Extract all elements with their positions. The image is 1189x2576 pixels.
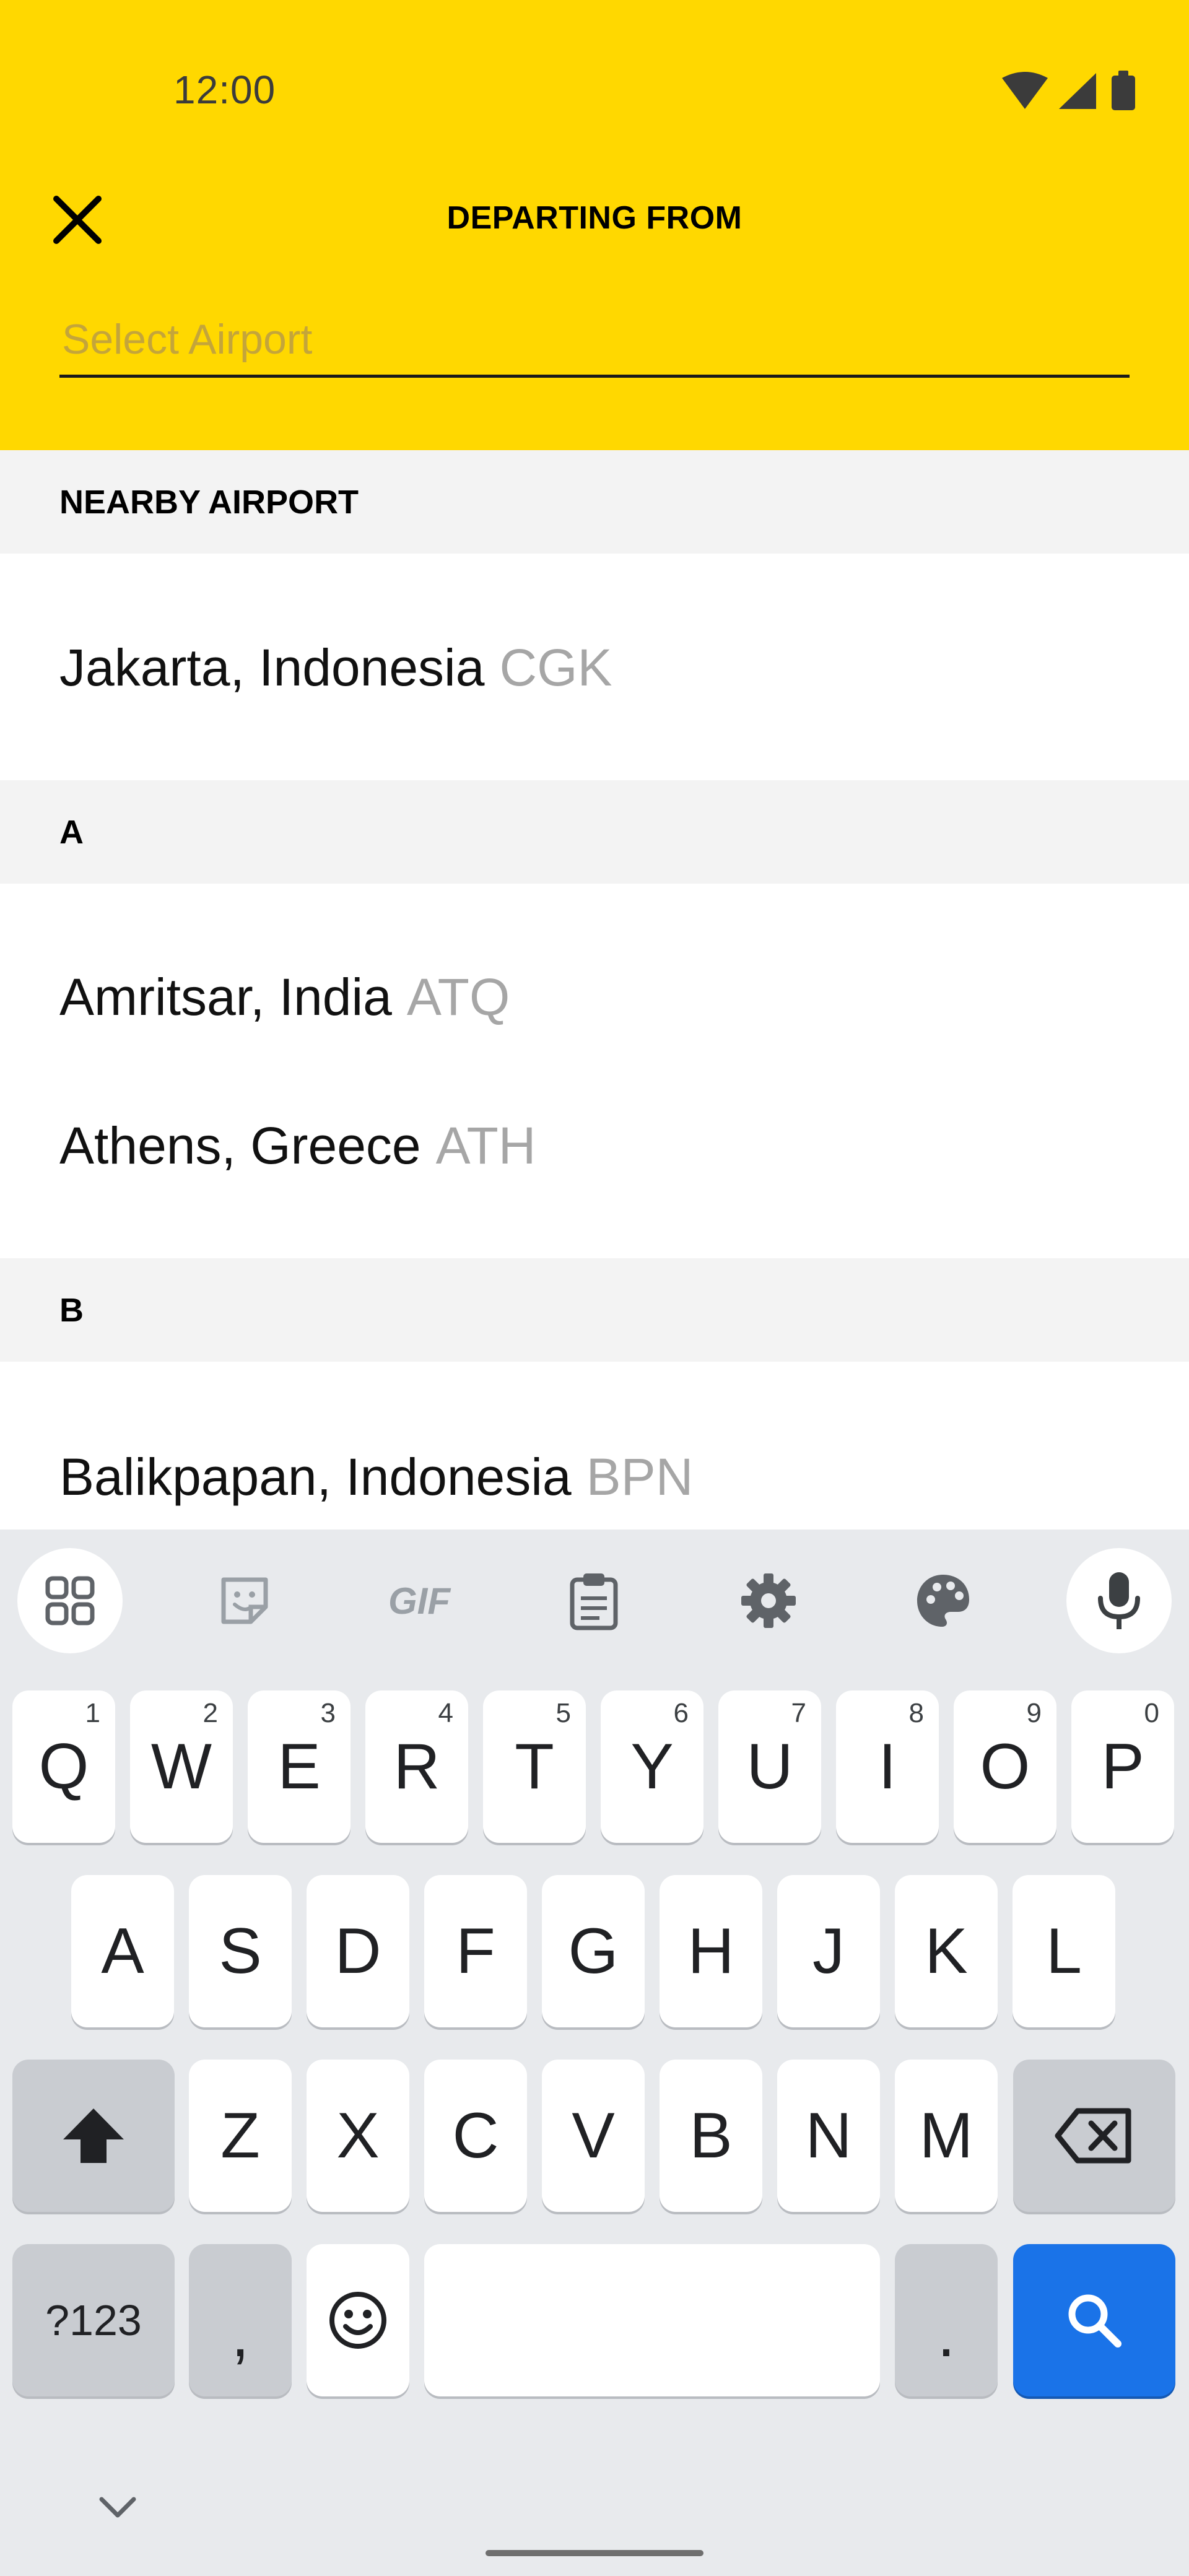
airport-item-amritsar[interactable]: Amritsar, India ATQ [0,929,1189,1065]
shift-icon [63,2108,124,2163]
airport-city: Athens, Greece [59,1116,421,1175]
microphone-icon [1098,1572,1140,1629]
key-l[interactable]: L [1013,1875,1115,2027]
period-key[interactable]: . [895,2244,998,2396]
key-b[interactable]: B [660,2060,762,2212]
sticker-icon [221,1577,268,1624]
keyboard-theme-button[interactable] [891,1548,996,1653]
key-a[interactable]: A [71,1875,174,2027]
airport-item-athens[interactable]: Athens, Greece ATH [0,1077,1189,1214]
apps-grid-icon [45,1576,95,1625]
section-header-b: B [0,1258,1189,1362]
symbols-key[interactable]: ?123 [12,2244,175,2396]
section-label: NEARBY AIRPORT [59,483,359,521]
airport-search-input[interactable] [59,303,1130,378]
key-k[interactable]: K [895,1875,998,2027]
app-header: 12:00 DEPARTING FROM [0,0,1189,450]
key-z[interactable]: Z [189,2060,292,2212]
key-y[interactable]: Y6 [601,1690,703,1843]
key-m[interactable]: M [895,2060,998,2212]
key-n[interactable]: N [777,2060,880,2212]
section-label: B [59,1291,84,1329]
space-bar[interactable] [424,2244,880,2396]
airport-item-balikpapan[interactable]: Balikpapan, Indonesia BPN [0,1409,1189,1545]
key-r[interactable]: R4 [365,1690,468,1843]
emoji-key[interactable] [307,2244,409,2396]
keyboard-gif-button[interactable]: GIF [367,1548,472,1653]
keyboard-clipboard-button[interactable] [541,1548,647,1653]
comma-key[interactable]: , [189,2244,292,2396]
key-c[interactable]: C [424,2060,527,2212]
airport-code: BPN [586,1447,694,1506]
soft-keyboard: GIF Q 1 W 2 E 3 R 4 T 5 Y 6 U 7 I 8 O 9 … [0,1530,1189,2576]
status-time: 12:00 [173,67,276,112]
airport-item-jakarta[interactable]: Jakarta, Indonesia CGK [0,599,1189,736]
key-d[interactable]: D [307,1875,409,2027]
search-icon [1068,2294,1121,2348]
key-q[interactable]: Q1 [12,1690,115,1843]
gif-icon: GIF [388,1580,450,1622]
key-t[interactable]: T5 [483,1690,586,1843]
key-g[interactable]: G [542,1875,645,2027]
shift-key[interactable] [12,2060,175,2212]
backspace-icon [1055,2108,1131,2164]
page-title: DEPARTING FROM [446,200,743,236]
airport-city: Balikpapan, Indonesia [59,1447,572,1506]
airport-code: ATQ [406,967,510,1026]
airport-code: CGK [499,638,612,697]
key-f[interactable]: F [424,1875,527,2027]
battery-icon [1112,76,1135,110]
airport-city: Jakarta, Indonesia [59,638,485,697]
key-v[interactable]: V [542,2060,645,2212]
voice-input-button[interactable] [1066,1548,1172,1653]
key-h[interactable]: H [660,1875,762,2027]
key-i[interactable]: I8 [836,1690,939,1843]
key-s[interactable]: S [189,1875,292,2027]
key-o[interactable]: O9 [954,1690,1056,1843]
keyboard-apps-button[interactable] [17,1548,123,1653]
section-label: A [59,813,84,851]
chevron-down-icon[interactable] [93,2489,142,2526]
key-j[interactable]: J [777,1875,880,2027]
keyboard-settings-button[interactable] [716,1548,821,1653]
backspace-key[interactable] [1013,2060,1175,2212]
airport-code: ATH [435,1116,536,1175]
settings-gear-icon [741,1573,796,1628]
section-header-a: A [0,780,1189,884]
wifi-icon [1002,72,1048,109]
keyboard-sticker-button[interactable] [192,1548,297,1653]
gesture-navigation-bar[interactable] [486,2550,703,2556]
emoji-icon [329,2292,386,2349]
status-icons [1002,71,1135,110]
signal-icon [1059,73,1096,109]
key-u[interactable]: U7 [718,1690,821,1843]
key-x[interactable]: X [307,2060,409,2212]
key-e[interactable]: E3 [248,1690,351,1843]
section-header-nearby: NEARBY AIRPORT [0,450,1189,554]
key-p[interactable]: P0 [1071,1690,1174,1843]
search-key[interactable] [1013,2244,1175,2396]
key-w[interactable]: W2 [130,1690,233,1843]
clipboard-icon [570,1573,618,1630]
palette-icon [917,1575,969,1627]
airport-city: Amritsar, India [59,967,392,1026]
